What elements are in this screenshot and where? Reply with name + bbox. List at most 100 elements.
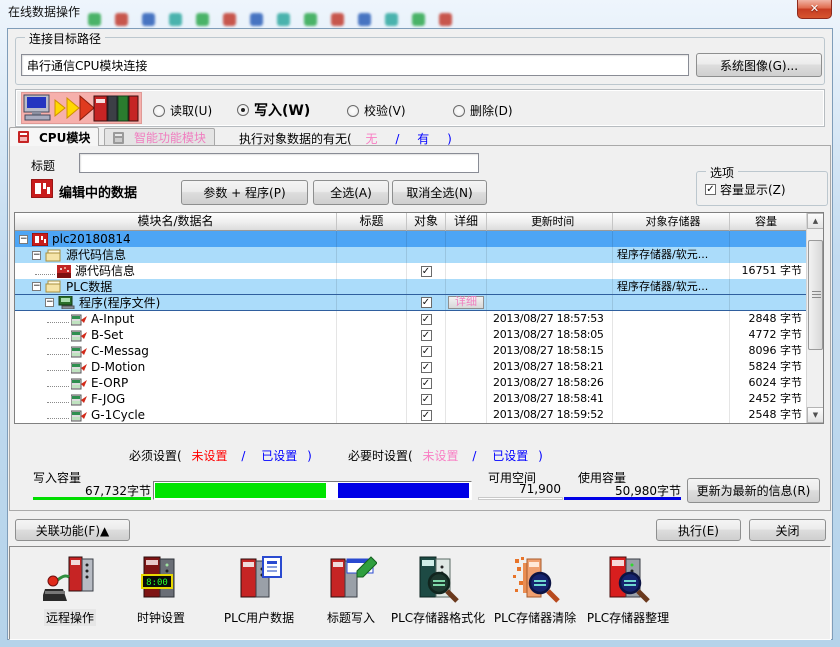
- plc-memory-format-icon: [388, 553, 488, 605]
- target-checkbox[interactable]: ✓: [421, 378, 432, 389]
- refresh-info-button[interactable]: 更新为最新的信息(R): [687, 478, 820, 503]
- options-group-label: 选项: [706, 164, 738, 181]
- table-row[interactable]: B-Set ✓ 2013/08/27 18:58:05 4772 字节: [15, 327, 823, 343]
- scroll-up-icon[interactable]: ▲: [807, 213, 824, 229]
- optional-not-set-value: 未设置: [423, 449, 459, 463]
- close-button[interactable]: 关闭: [749, 519, 826, 541]
- tree-expander-icon[interactable]: −: [19, 235, 28, 244]
- table-row[interactable]: 源代码信息 ✓ 16751 字节: [15, 263, 823, 279]
- optional-setting-status: 必要时设置( 未设置 / 已设置 ): [348, 447, 543, 464]
- exec-none-value: 无: [366, 132, 378, 146]
- deselect-all-button[interactable]: 取消全选(N): [392, 180, 487, 205]
- program-icon: [71, 345, 87, 358]
- table-row[interactable]: − PLC数据 程序存储器/软元...: [15, 279, 823, 295]
- target-checkbox[interactable]: ✓: [421, 330, 432, 341]
- plc-memory-arrange-tool[interactable]: PLC存储器整理: [578, 553, 678, 626]
- target-checkbox[interactable]: ✓: [421, 297, 432, 308]
- plc-user-data-tool[interactable]: PLC用户数据: [209, 553, 309, 626]
- select-all-button[interactable]: 全选(A): [313, 180, 389, 205]
- dialog-body: 连接目标路径 系统图像(G)... 读取(U) 写入(W) 校验(V): [7, 28, 833, 640]
- free-space-legend: [478, 497, 563, 500]
- editing-data-label: 编辑中的数据: [59, 182, 137, 201]
- close-icon[interactable]: ✕: [797, 0, 832, 19]
- tab-cpu-module[interactable]: CPU模块: [9, 127, 99, 146]
- optional-set-value: 已设置: [492, 449, 528, 463]
- title-input[interactable]: [79, 153, 479, 173]
- table-row[interactable]: G-1Cycle ✓ 2013/08/27 18:59:52 2548 字节: [15, 407, 823, 423]
- tree-expander-icon[interactable]: −: [32, 282, 41, 291]
- target-checkbox[interactable]: ✓: [421, 410, 432, 421]
- clock-setting-tool[interactable]: 8:00 时钟设置: [111, 553, 211, 626]
- background-app-icons: [88, 13, 708, 28]
- capacity-display-checkbox[interactable]: ✓ 容量显示(Z): [705, 181, 786, 198]
- header-module-name[interactable]: 模块名/数据名: [15, 213, 337, 231]
- title-write-icon: [301, 553, 401, 605]
- connection-path-input[interactable]: [21, 54, 689, 76]
- scroll-down-icon[interactable]: ▼: [807, 407, 824, 423]
- plc-memory-clear-icon: [485, 553, 585, 605]
- header-update-time[interactable]: 更新时间: [487, 213, 613, 231]
- detail-button[interactable]: 详细: [448, 296, 484, 309]
- target-checkbox[interactable]: ✓: [421, 394, 432, 405]
- memory-usage-bar: [153, 481, 472, 500]
- param-program-button[interactable]: 参数 + 程序(P): [181, 180, 308, 205]
- table-row[interactable]: − 源代码信息 程序存储器/软元...: [15, 247, 823, 263]
- plc-memory-clear-tool[interactable]: PLC存储器清除: [485, 553, 585, 626]
- folder-icon: [45, 249, 62, 262]
- system-image-button[interactable]: 系统图像(G)...: [696, 53, 822, 77]
- pc-to-plc-transfer-icon: [21, 92, 142, 124]
- title-write-tool[interactable]: 标题写入: [301, 553, 401, 626]
- table-row[interactable]: E-ORP ✓ 2013/08/27 18:58:26 6024 字节: [15, 375, 823, 391]
- program-icon: [71, 313, 87, 326]
- plc-memory-format-tool[interactable]: PLC存储器格式化: [388, 553, 488, 626]
- checkbox-check-icon: ✓: [705, 184, 716, 195]
- plc-user-data-icon: [209, 553, 309, 605]
- radio-selected-icon: [237, 104, 249, 116]
- options-group: 选项 ✓ 容量显示(Z): [696, 171, 828, 206]
- header-capacity[interactable]: 容量: [730, 213, 806, 231]
- target-checkbox[interactable]: ✓: [421, 266, 432, 277]
- radio-circle-icon: [453, 105, 465, 117]
- mode-radio-write[interactable]: 写入(W): [237, 100, 310, 120]
- scrollbar-thumb[interactable]: [808, 240, 823, 350]
- table-row[interactable]: − plc20180814: [15, 231, 823, 247]
- folder-icon: [45, 280, 62, 293]
- data-table: 模块名/数据名 标题 对象 详细 更新时间 对象存储器 容量 − plc2018…: [14, 212, 824, 424]
- program-icon: [71, 393, 87, 406]
- program-icon: [71, 329, 87, 342]
- title-label: 标题: [31, 157, 55, 174]
- header-target[interactable]: 对象: [407, 213, 446, 231]
- intelligent-module-icon: [113, 132, 126, 144]
- mode-radio-verify[interactable]: 校验(V): [347, 102, 406, 119]
- header-title[interactable]: 标题: [337, 213, 407, 231]
- used-capacity-legend: [564, 497, 681, 500]
- related-functions-button[interactable]: 关联功能(F)▲: [15, 519, 130, 541]
- target-checkbox[interactable]: ✓: [421, 314, 432, 325]
- svg-text:8:00: 8:00: [146, 578, 168, 588]
- mode-radio-read[interactable]: 读取(U): [153, 102, 212, 119]
- write-capacity-legend: [33, 497, 151, 500]
- table-scrollbar[interactable]: ▲ ▼: [806, 213, 823, 423]
- free-space-value: 71,900: [491, 482, 561, 496]
- target-checkbox[interactable]: ✓: [421, 346, 432, 357]
- table-row[interactable]: F-JOG ✓ 2013/08/27 18:58:41 2452 字节: [15, 391, 823, 407]
- table-header-row: 模块名/数据名 标题 对象 详细 更新时间 对象存储器 容量: [15, 213, 823, 231]
- write-capacity-bar: [155, 483, 326, 498]
- header-detail[interactable]: 详细: [446, 213, 487, 231]
- table-row[interactable]: − 程序(程序文件) ✓ 详细: [15, 295, 823, 311]
- table-row[interactable]: A-Input ✓ 2013/08/27 18:57:53 2848 字节: [15, 311, 823, 327]
- tree-expander-icon[interactable]: −: [45, 298, 54, 307]
- target-checkbox[interactable]: ✓: [421, 362, 432, 373]
- table-row[interactable]: D-Motion ✓ 2013/08/27 18:58:21 5824 字节: [15, 359, 823, 375]
- tab-intelligent-module[interactable]: 智能功能模块: [104, 128, 215, 146]
- remote-operation-tool[interactable]: 远程操作: [20, 553, 120, 626]
- tree-expander-icon[interactable]: −: [32, 251, 41, 260]
- plc-project-icon: [32, 233, 48, 246]
- table-row[interactable]: C-Messag ✓ 2013/08/27 18:58:15 8096 字节: [15, 343, 823, 359]
- execute-button[interactable]: 执行(E): [656, 519, 741, 541]
- mode-radio-delete[interactable]: 删除(D): [453, 102, 513, 119]
- gx-project-icon: [31, 179, 53, 201]
- required-setting-status: 必须设置( 未设置 / 已设置 ): [129, 447, 312, 464]
- remote-operation-icon: [20, 553, 120, 605]
- header-target-memory[interactable]: 对象存储器: [613, 213, 730, 231]
